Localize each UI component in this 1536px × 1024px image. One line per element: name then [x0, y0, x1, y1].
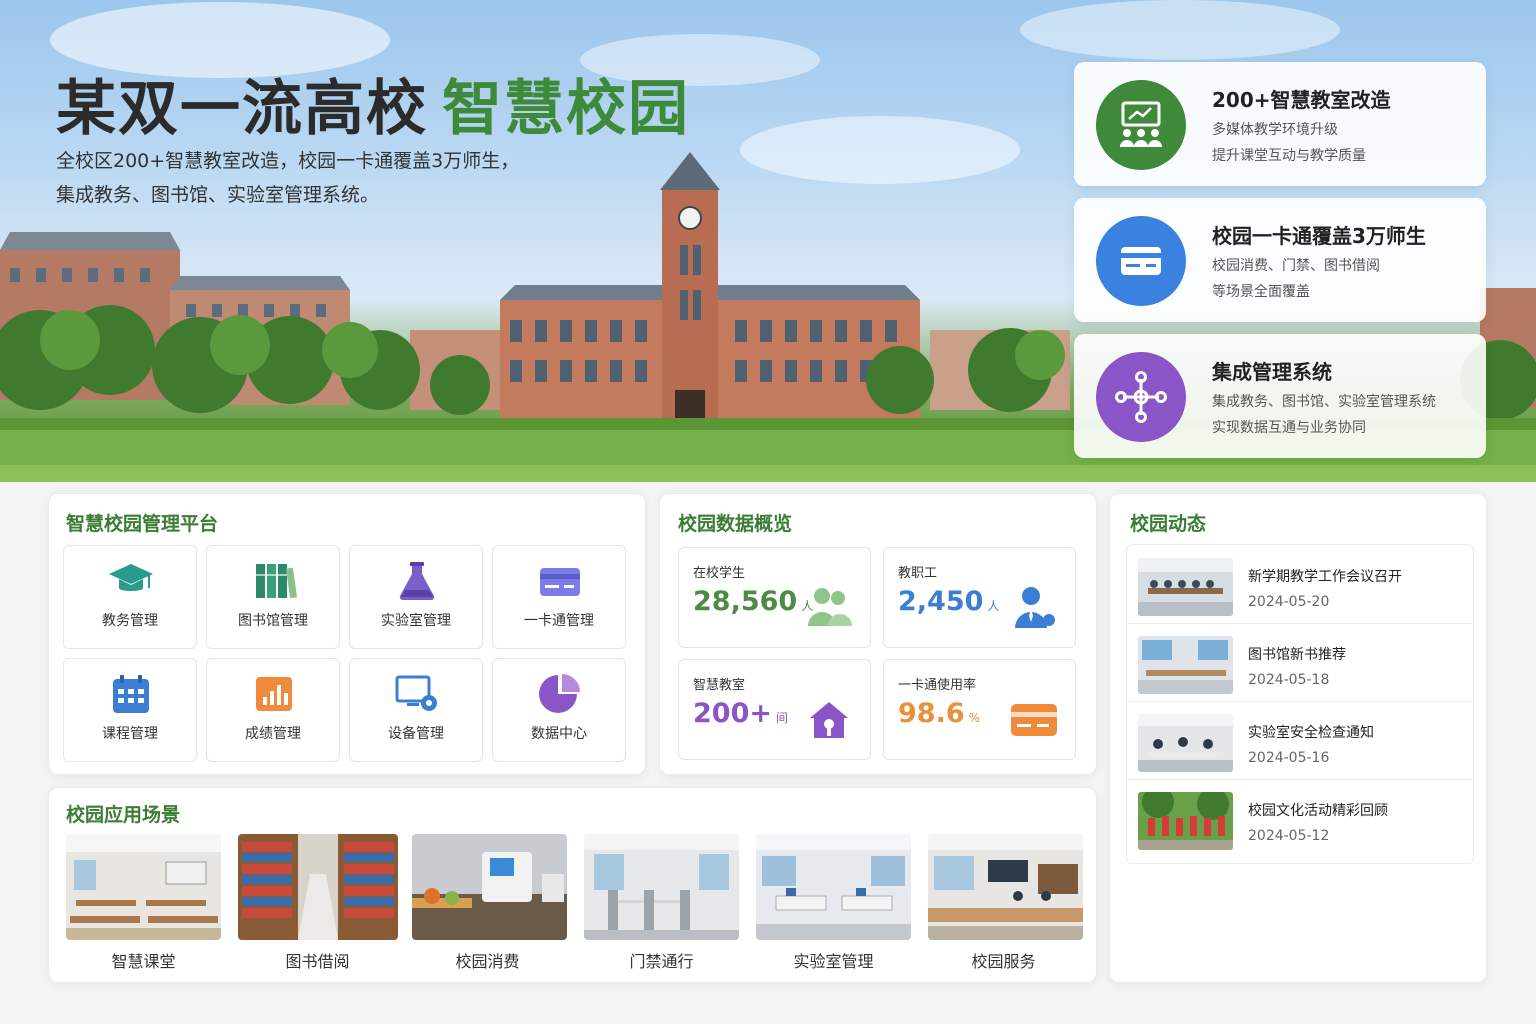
stat-value: 200+ 间 [693, 698, 788, 729]
scenes-title: 校园应用场景 [66, 804, 181, 826]
module-data-center[interactable]: 数据中心 [492, 658, 626, 762]
stat-staff: 教职工 2,450 人 [883, 547, 1076, 648]
stat-value: 98.6% [898, 698, 981, 729]
feature-card-line: 多媒体教学环境升级 [1212, 122, 1338, 138]
calendar-icon [113, 675, 149, 713]
stat-value: 28,560 人 [693, 586, 814, 617]
news-item[interactable]: 实验室安全检查通知 2024-05-16 [1126, 702, 1474, 780]
news-item-date: 2024-05-18 [1248, 672, 1330, 688]
module-academic[interactable]: 教务管理 [63, 545, 197, 649]
stat-label: 智慧教室 [693, 678, 746, 693]
stat-label: 一卡通使用率 [898, 678, 977, 693]
scene-library-image[interactable] [238, 834, 398, 940]
feature-card-line: 提升课堂互动与教学质量 [1212, 148, 1366, 164]
stat-smart-classroom: 智慧教室 200+ 间 [678, 659, 871, 760]
stat-label: 在校学生 [693, 566, 746, 581]
card-icon [1011, 704, 1057, 736]
scene-service-image[interactable] [928, 834, 1083, 940]
news-item-date: 2024-05-12 [1248, 828, 1330, 844]
module-label: 数据中心 [531, 726, 587, 742]
scene-smart-classroom-image[interactable] [66, 834, 221, 940]
scene-access-gate-image[interactable] [584, 834, 739, 940]
news-title: 校园动态 [1130, 513, 1207, 535]
module-label: 教务管理 [102, 613, 158, 629]
module-label: 设备管理 [388, 726, 444, 742]
news-item-date: 2024-05-20 [1248, 594, 1330, 610]
scene-label: 智慧课堂 [111, 952, 176, 971]
feature-card-campus-card[interactable]: 校园一卡通覆盖3万师生 校园消费、门禁、图书借阅 等场景全面覆盖 [1074, 198, 1486, 322]
module-campus-card[interactable]: 一卡通管理 [492, 545, 626, 649]
hero-subtitle: 全校区200+智慧教室改造，校园一卡通覆盖3万师生， 集成教务、图书馆、实验室管… [56, 144, 616, 212]
flask-icon [399, 562, 435, 601]
overview-title: 校园数据概览 [678, 513, 793, 535]
hero-banner: 某双一流高校 智慧校园 全校区200+智慧教室改造，校园一卡通覆盖3万师生， 集成… [0, 0, 1536, 482]
feature-card-line: 集成教务、图书馆、实验室管理系统 [1212, 394, 1436, 410]
feature-card-line: 校园消费、门禁、图书借阅 [1212, 258, 1380, 274]
hero-title-highlight: 智慧校园 [442, 74, 690, 144]
bar-chart-icon [256, 677, 292, 711]
scene-label: 校园消费 [455, 952, 520, 971]
news-item-title: 图书馆新书推荐 [1248, 647, 1346, 663]
platform-panel: 智慧校园管理平台 教务管理 图书馆管理 实验室管理 一卡通管理 课程管理 成绩管… [48, 493, 646, 775]
module-grades[interactable]: 成绩管理 [206, 658, 340, 762]
stat-students: 在校学生 28,560 人 [678, 547, 871, 648]
module-course[interactable]: 课程管理 [63, 658, 197, 762]
scene-label: 校园服务 [971, 952, 1036, 971]
module-equipment[interactable]: 设备管理 [349, 658, 483, 762]
module-label: 图书馆管理 [238, 613, 308, 629]
hero-subtitle-line: 全校区200+智慧教室改造，校园一卡通覆盖3万师生， [56, 150, 520, 172]
news-item[interactable]: 校园文化活动精彩回顾 2024-05-12 [1126, 780, 1474, 858]
monitor-gear-icon [395, 675, 437, 711]
stat-card-usage: 一卡通使用率 98.6% [883, 659, 1076, 760]
books-icon [256, 564, 298, 599]
news-item-title: 校园文化活动精彩回顾 [1248, 803, 1388, 819]
feature-card-title: 200+智慧教室改造 [1212, 88, 1391, 112]
stat-label: 教职工 [898, 566, 938, 581]
module-library[interactable]: 图书馆管理 [206, 545, 340, 649]
news-thumbnail [1138, 792, 1233, 850]
module-label: 成绩管理 [245, 726, 301, 742]
feature-card-title: 集成管理系统 [1212, 360, 1332, 384]
staff-icon [1015, 587, 1055, 628]
scene-label: 门禁通行 [629, 952, 694, 971]
news-item-date: 2024-05-16 [1248, 750, 1330, 766]
scene-label: 实验室管理 [793, 952, 874, 971]
feature-card-line: 等场景全面覆盖 [1212, 284, 1310, 300]
scene-consumption-image[interactable] [412, 834, 567, 940]
card-icon [540, 568, 580, 596]
module-label: 一卡通管理 [524, 613, 594, 629]
hero-title: 某双一流高校 智慧校园 [56, 60, 690, 147]
module-label: 课程管理 [102, 726, 158, 742]
students-icon [808, 588, 852, 626]
feature-card-line: 实现数据互通与业务协同 [1212, 420, 1366, 436]
news-item[interactable]: 新学期教学工作会议召开 2024-05-20 [1126, 546, 1474, 624]
network-icon [1096, 352, 1186, 442]
pie-chart-icon [539, 674, 580, 713]
scene-lab-image[interactable] [756, 834, 911, 940]
platform-title: 智慧校园管理平台 [66, 513, 219, 535]
news-item[interactable]: 图书馆新书推荐 2024-05-18 [1126, 624, 1474, 702]
feature-card-title: 校园一卡通覆盖3万师生 [1212, 224, 1426, 248]
hero-title-main: 某双一流高校 [56, 74, 428, 144]
news-item-title: 实验室安全检查通知 [1248, 725, 1374, 741]
news-thumbnail [1138, 558, 1233, 616]
scene-label: 图书借阅 [285, 952, 350, 971]
feature-card-integration[interactable]: 集成管理系统 集成教务、图书馆、实验室管理系统 实现数据互通与业务协同 [1074, 334, 1486, 458]
module-lab[interactable]: 实验室管理 [349, 545, 483, 649]
smart-classroom-icon [810, 702, 848, 738]
module-label: 实验室管理 [381, 613, 451, 629]
news-thumbnail [1138, 636, 1233, 694]
hero-subtitle-line: 集成教务、图书馆、实验室管理系统。 [56, 184, 380, 206]
graduation-cap-icon [109, 564, 153, 591]
classroom-icon [1096, 80, 1186, 170]
news-thumbnail [1138, 714, 1233, 772]
news-item-title: 新学期教学工作会议召开 [1248, 569, 1402, 585]
news-panel: 校园动态 新学期教学工作会议召开 2024-05-20 图书馆新书推荐 2024… [1109, 493, 1487, 983]
stat-value: 2,450 人 [898, 586, 1000, 617]
feature-card-classroom[interactable]: 200+智慧教室改造 多媒体教学环境升级 提升课堂互动与教学质量 [1074, 62, 1486, 186]
overview-panel: 校园数据概览 在校学生 28,560 人 教职工 2,450 人 智慧教室 200+… [659, 493, 1097, 775]
card-icon [1096, 216, 1186, 306]
